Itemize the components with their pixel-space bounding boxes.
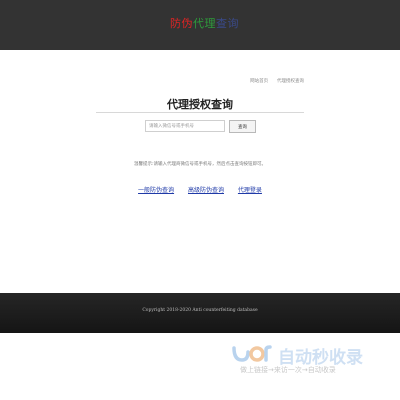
breadcrumb: 网站首页 代理授权查询 xyxy=(250,78,304,84)
watermark-subtitle: 做上链接→来访一次→自动收录 xyxy=(240,366,336,374)
search-button[interactable]: 查询 xyxy=(229,120,256,133)
logo-part-1: 防伪 xyxy=(170,17,193,30)
agent-login-link[interactable]: 代理登录 xyxy=(238,187,262,194)
query-links: 一般防伪查询 高级防伪查询 代理登录 xyxy=(0,185,400,194)
logo-part-3: 查询 xyxy=(216,17,239,30)
page-title: 代理授权查询 xyxy=(167,98,233,111)
footer: Copyright 2018-2020 Anti counterfeiting … xyxy=(0,293,400,333)
title-divider xyxy=(96,112,304,113)
watermark: 自动秒收录 做上链接→来访一次→自动收录 xyxy=(230,342,390,376)
advanced-query-link[interactable]: 高级防伪查询 xyxy=(188,187,224,194)
header: 防伪代理查询 xyxy=(0,0,400,50)
hint-text: 温馨提示:请输入代理商微信号或手机号，然后点击查询按钮即可。 xyxy=(133,162,266,167)
logo-part-2: 代理 xyxy=(193,17,216,30)
site-logo[interactable]: 防伪代理查询 xyxy=(170,17,239,31)
copyright-text: Copyright 2018-2020 Anti counterfeiting … xyxy=(142,308,258,313)
breadcrumb-home[interactable]: 网站首页 xyxy=(250,79,268,84)
basic-query-link[interactable]: 一般防伪查询 xyxy=(138,187,174,194)
breadcrumb-current: 代理授权查询 xyxy=(277,79,304,84)
page: 防伪代理查询 网站首页 代理授权查询 代理授权查询 查询 温馨提示:请输入代理商… xyxy=(0,0,400,400)
search-input[interactable] xyxy=(145,120,225,132)
watermark-logo-icon xyxy=(232,345,272,362)
